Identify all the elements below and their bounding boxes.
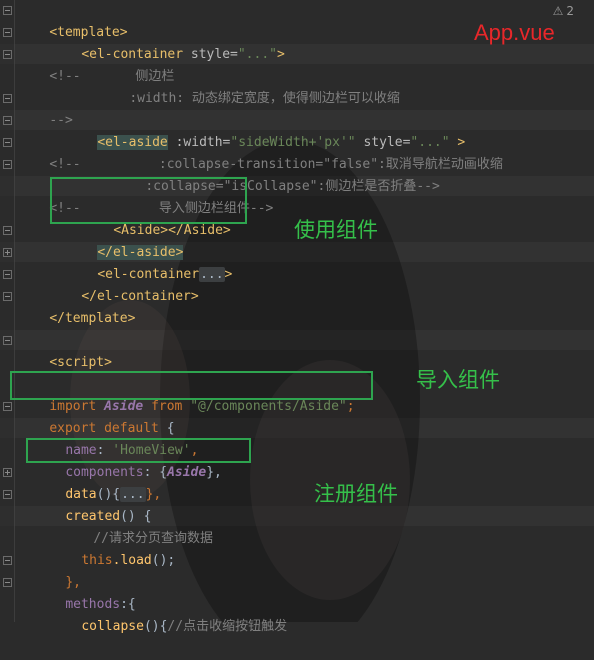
fold-expand-icon[interactable] xyxy=(3,248,12,257)
fold-toggle-icon[interactable] xyxy=(3,336,12,345)
code-line: this.load(); xyxy=(81,553,176,568)
code-line: <template> xyxy=(49,25,128,40)
warning-triangle-icon: ⚠ xyxy=(552,4,564,18)
fold-toggle-icon[interactable] xyxy=(3,50,12,59)
register-component-label: 注册组件 xyxy=(314,482,398,506)
fold-toggle-icon[interactable] xyxy=(3,6,12,15)
fold-toggle-icon[interactable] xyxy=(3,28,12,37)
code-line: collapse(){//点击收缩按钮触发 xyxy=(81,619,288,634)
collapsed-region[interactable]: ... xyxy=(199,267,225,282)
code-line: </template> xyxy=(49,311,136,326)
code-line: name: 'HomeView', xyxy=(65,443,199,458)
fold-toggle-icon[interactable] xyxy=(3,116,12,125)
code-line: data(){...}, xyxy=(65,487,162,502)
code-line: <script> xyxy=(49,355,112,370)
code-line: <!-- :collapse-transition="false":取消导航栏动… xyxy=(49,157,503,172)
code-line: :collapse="isCollapse":侧边栏是否折叠--> xyxy=(145,179,440,194)
code-line: methods:{ xyxy=(65,597,136,612)
inspection-warning-indicator[interactable]: ⚠ 2 xyxy=(553,4,574,18)
code-line: created() { xyxy=(65,509,152,524)
code-line: <el-container...> xyxy=(97,267,233,282)
use-component-label: 使用组件 xyxy=(294,218,378,242)
use-component-highlight-box xyxy=(50,177,247,224)
code-line: :width: 动态绑定宽度，使得侧边栏可以收缩 xyxy=(129,91,400,106)
filename-label: App.vue xyxy=(474,20,555,45)
fold-toggle-icon[interactable] xyxy=(3,94,12,103)
fold-toggle-icon[interactable] xyxy=(3,490,12,499)
code-line: </el-container> xyxy=(81,289,199,304)
fold-toggle-icon[interactable] xyxy=(3,578,12,587)
code-line: --> xyxy=(49,113,73,128)
code-line: <el-container style="..."> xyxy=(81,47,285,62)
code-line: }, xyxy=(65,575,81,590)
code-line: <el-aside :width="sideWidth+'px'" style=… xyxy=(97,135,466,150)
fold-expand-icon[interactable] xyxy=(3,468,12,477)
fold-toggle-icon[interactable] xyxy=(3,292,12,301)
import-component-label: 导入组件 xyxy=(416,368,500,392)
code-line: <!-- 侧边栏 xyxy=(49,69,175,84)
code-line: //请求分页查询数据 xyxy=(93,531,213,546)
fold-toggle-icon[interactable] xyxy=(3,226,12,235)
fold-toggle-icon[interactable] xyxy=(3,270,12,279)
fold-toggle-icon[interactable] xyxy=(3,556,12,565)
register-component-highlight-box xyxy=(26,438,251,463)
import-component-highlight-box xyxy=(10,371,373,400)
fold-toggle-icon[interactable] xyxy=(3,160,12,169)
fold-toggle-icon[interactable] xyxy=(3,402,12,411)
fold-toggle-icon[interactable] xyxy=(3,138,12,147)
